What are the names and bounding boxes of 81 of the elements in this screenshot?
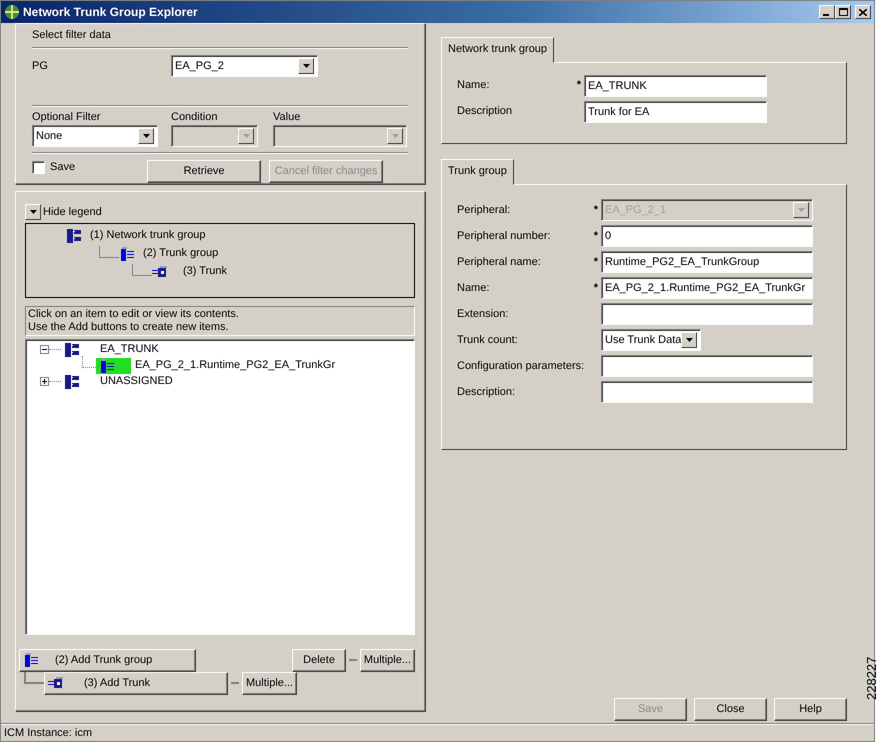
window-title: Network Trunk Group Explorer xyxy=(23,4,198,21)
trunk-icon xyxy=(48,676,64,690)
field-label: Description xyxy=(457,104,514,120)
field-label: Name: xyxy=(457,78,490,94)
field-label: PG xyxy=(32,58,49,74)
close-button[interactable] xyxy=(855,5,871,19)
delete-button[interactable]: Delete xyxy=(292,648,346,672)
required-marker: * xyxy=(592,228,599,244)
retrieve-button[interactable]: Retrieve xyxy=(147,160,262,183)
field-label: Peripheral name: xyxy=(457,254,542,270)
input-field[interactable]: EA_PG_2_1.Runtime_PG2_EA_TrunkGr xyxy=(601,276,813,299)
trunk-group-icon xyxy=(119,246,135,262)
caret-icon xyxy=(798,208,804,212)
app-icon xyxy=(4,4,20,20)
pg-dropdown[interactable]: EA_PG_2 xyxy=(171,55,318,77)
input-field[interactable] xyxy=(601,380,813,403)
network-icon xyxy=(66,228,82,244)
field-label: Trunk count: xyxy=(457,332,519,348)
caret-icon xyxy=(686,338,693,342)
expander-icon[interactable] xyxy=(40,345,49,354)
save-checkbox[interactable] xyxy=(32,161,45,174)
field-label: Value xyxy=(273,110,302,124)
field-label: Extension: xyxy=(457,306,510,322)
field-label: Peripheral number: xyxy=(457,228,552,244)
multiple-button[interactable]: Multiple... xyxy=(242,672,298,694)
trunk-group-icon xyxy=(23,652,39,668)
required-marker: * xyxy=(592,280,599,296)
maximize-icon xyxy=(838,8,848,16)
field-label: Name: xyxy=(457,280,490,296)
field-label: Peripheral: xyxy=(457,202,512,218)
field-label: Optional Filter xyxy=(32,110,102,124)
legend-label: (1) Network trunk group xyxy=(90,228,206,244)
caret-icon xyxy=(392,134,398,138)
required-marker: * xyxy=(576,78,582,94)
input-field[interactable] xyxy=(601,354,813,377)
add-trunk-button[interactable]: (3) Add Trunk xyxy=(44,672,228,694)
input-field[interactable]: Trunk for EA xyxy=(584,100,767,122)
input-field[interactable]: EA_TRUNK xyxy=(584,74,767,96)
trunk-tab[interactable]: Trunk group xyxy=(441,159,514,185)
network-tab[interactable]: Network trunk group xyxy=(441,37,554,62)
legend-toggle-button[interactable] xyxy=(25,204,41,220)
tree-node-icon[interactable] xyxy=(96,358,131,374)
expand-icon xyxy=(42,379,47,384)
connector-line xyxy=(99,246,119,258)
caret-icon xyxy=(302,64,310,68)
section-title: Select filter data xyxy=(32,28,112,43)
caret-icon xyxy=(30,210,36,214)
collapse-icon xyxy=(42,347,47,352)
dialog-button[interactable]: Close xyxy=(694,698,767,721)
legend-toggle-label: Hide legend xyxy=(43,205,102,220)
caret-icon xyxy=(142,134,150,138)
field-label: Description: xyxy=(457,384,516,400)
required-marker: * xyxy=(592,202,599,218)
add-trunk-group-button[interactable]: (2) Add Trunk group xyxy=(19,648,196,672)
status-text: ICM Instance: icm xyxy=(4,727,92,739)
hint-text: Use the Add buttons to create new items. xyxy=(28,320,230,334)
field-label: Configuration parameters: xyxy=(457,358,586,374)
legend-label: (3) Trunk xyxy=(183,264,228,280)
expander-icon[interactable] xyxy=(40,377,49,386)
input-field[interactable] xyxy=(601,302,813,325)
input-field[interactable]: 0 xyxy=(601,224,813,247)
figure-number: 228227 xyxy=(863,656,880,700)
close-icon xyxy=(859,8,867,16)
legend-label: (2) Trunk group xyxy=(143,246,218,262)
minimize-button[interactable] xyxy=(819,5,835,19)
caret-icon xyxy=(242,134,250,138)
connector-line xyxy=(132,264,152,276)
input-field[interactable]: Runtime_PG2_EA_TrunkGroup xyxy=(601,250,813,273)
hint-text: Click on an item to edit or view its contents. xyxy=(28,308,240,320)
dialog-button[interactable]: Help xyxy=(774,698,847,721)
tree-item[interactable]: EA_PG_2_1.Runtime_PG2_EA_TrunkGr xyxy=(135,357,336,374)
maximize-button[interactable] xyxy=(835,5,851,19)
trunk-icon xyxy=(152,264,168,278)
multiple-button[interactable]: Multiple... xyxy=(360,648,415,672)
tree-item[interactable]: EA_TRUNK xyxy=(100,341,159,358)
checkbox-label: Save xyxy=(50,160,76,175)
trunk-count-dropdown[interactable]: Use Trunk Data xyxy=(601,328,701,351)
filter-dropdown[interactable]: None xyxy=(32,125,158,147)
required-marker: * xyxy=(592,254,599,270)
tree-item[interactable]: UNASSIGNED xyxy=(100,373,173,390)
field-label: Condition xyxy=(171,110,218,124)
